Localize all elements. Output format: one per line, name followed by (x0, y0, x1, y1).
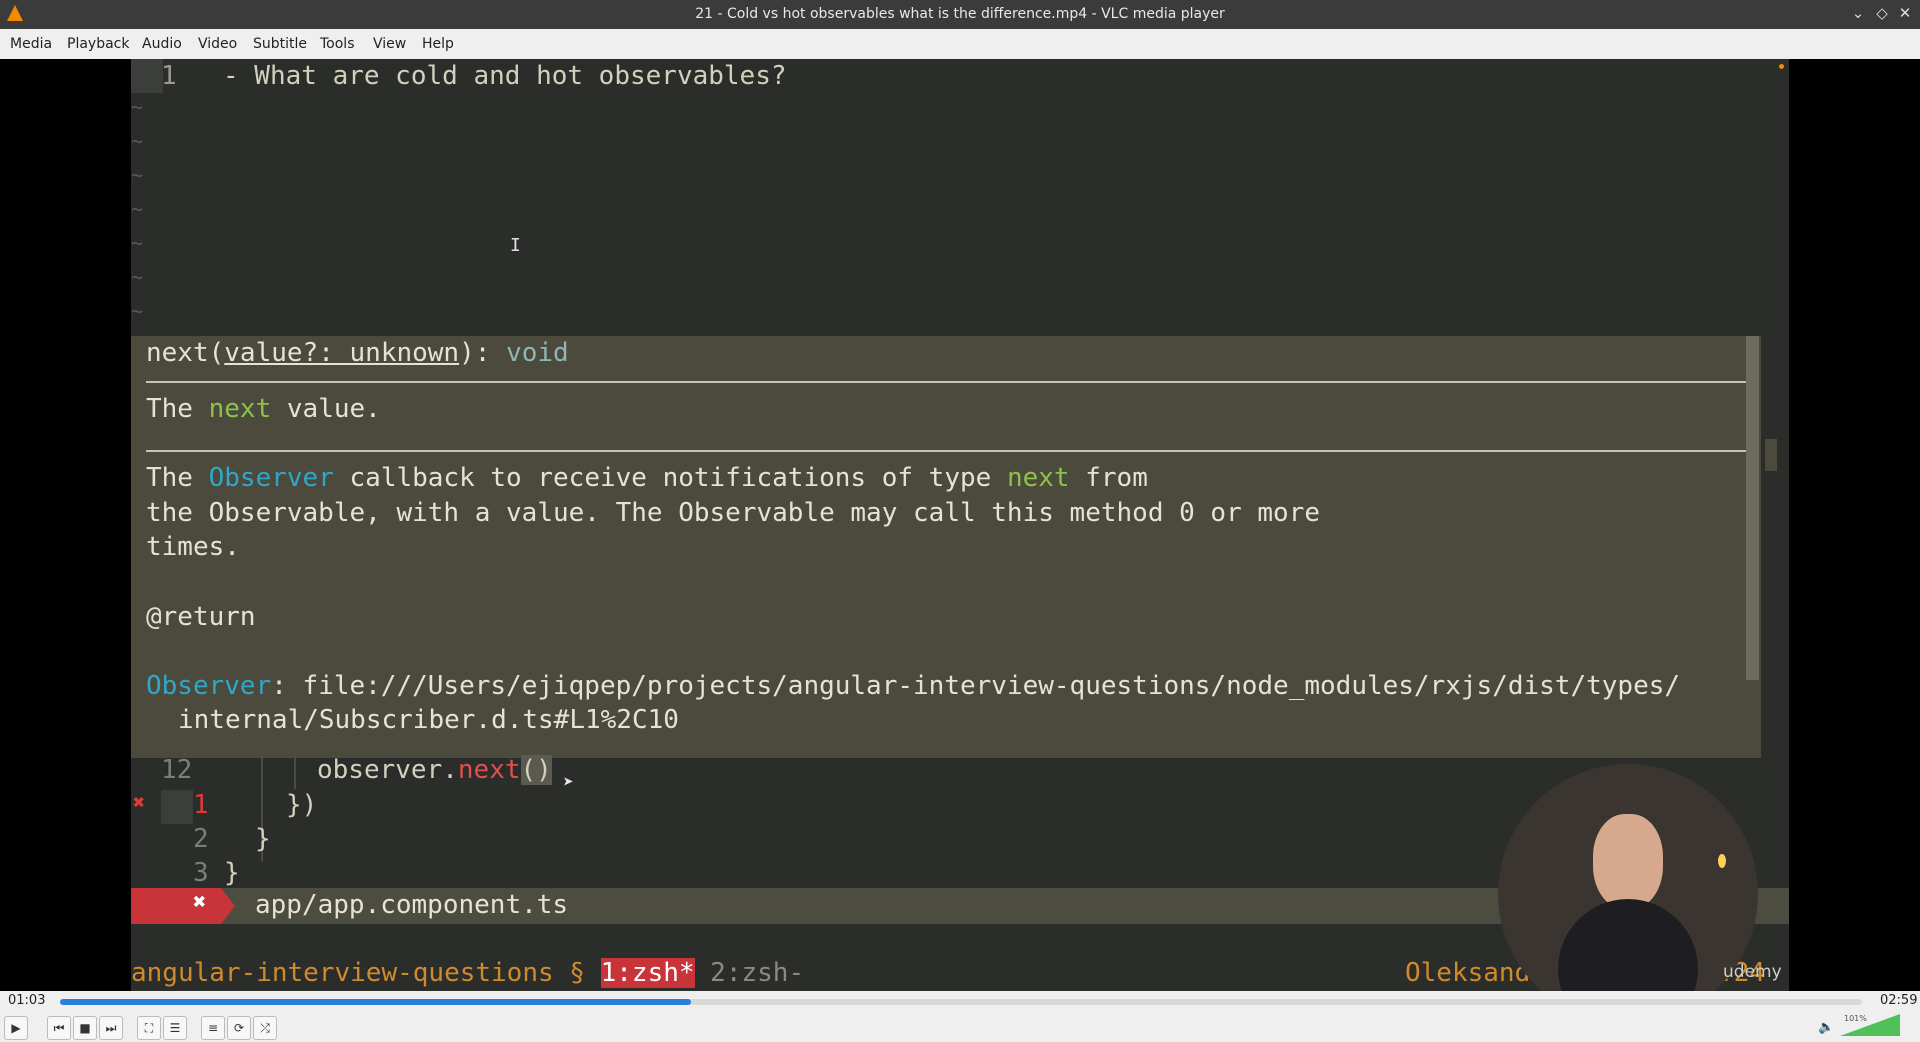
doc-keyword: next (1006, 463, 1070, 493)
signature-type: void (506, 338, 569, 368)
seek-progress (60, 999, 691, 1005)
menu-tools[interactable]: Tools (320, 36, 355, 52)
menu-view[interactable]: View (373, 36, 406, 52)
statusline-file: app/app.component.ts (255, 890, 569, 920)
window-title: 21 - Cold vs hot observables what is the… (695, 6, 1225, 22)
doc-text: from (1069, 463, 1148, 493)
text-cursor-icon: I (510, 235, 521, 256)
error-sign-icon: ✖ (133, 790, 146, 814)
window-titlebar: 21 - Cold vs hot observables what is the… (0, 0, 1920, 29)
doc-text: callback to receive notifications of typ… (333, 463, 1007, 493)
signature-function: next( (146, 338, 225, 368)
menu-bar: Media Playback Audio Video Subtitle Tool… (0, 29, 1920, 60)
menu-media[interactable]: Media (10, 36, 52, 52)
tmux-window-active[interactable]: 1:zsh* (600, 958, 695, 988)
menu-subtitle[interactable]: Subtitle (253, 36, 307, 52)
empty-line-marker: ~ (131, 95, 144, 119)
doc-observer-link[interactable]: Observer: file:///Users/ejiqpep/projects… (146, 671, 1680, 701)
doc-type-link: Observer (146, 671, 272, 701)
menu-audio[interactable]: Audio (142, 36, 182, 52)
tmux-window[interactable]: 2:zsh- (695, 958, 804, 988)
video-surface[interactable]: 1 - What are cold and hot observables? ~… (0, 59, 1920, 991)
doc-paragraph-line-2: the Observable, with a value. The Observ… (146, 498, 1320, 528)
doc-paragraph-line-3: times. (146, 532, 240, 562)
code-line: observer.next() (317, 755, 552, 785)
doc-text: The (146, 463, 209, 493)
signature-line: next(value?: unknown): void (146, 338, 569, 368)
code-line: } (255, 824, 271, 854)
desc-keyword: next (208, 394, 272, 424)
scroll-indicator-icon (1779, 64, 1784, 69)
line-number: 2 (193, 824, 209, 854)
menu-playback[interactable]: Playback (67, 36, 129, 52)
udemy-watermark: udemy (1723, 962, 1782, 982)
empty-line-marker: ~ (131, 197, 144, 221)
empty-line-marker: ~ (131, 163, 144, 187)
popup-scrollbar[interactable] (1746, 336, 1759, 680)
popup-divider (146, 381, 1746, 383)
minimize-icon[interactable]: ⌄ (1848, 4, 1868, 22)
previous-button[interactable]: ⏮ (47, 1016, 71, 1040)
hover-documentation-popup: next(value?: unknown): void The next val… (131, 336, 1761, 758)
presenter-body (1558, 899, 1698, 991)
signature-close: ): (459, 338, 491, 368)
code-parens: () (520, 755, 552, 785)
tmux-session-name: angular-interview-questions § (131, 958, 601, 988)
player-controls: 01:03 02:59 ▶ ⏮ ■ ⏭ ⛶ ☰ ≡ ⟳ ⤮ 🔈 101% (0, 991, 1920, 1042)
code-line: }) (286, 790, 318, 820)
extended-settings-button[interactable]: ☰ (163, 1016, 187, 1040)
stop-button[interactable]: ■ (73, 1016, 97, 1040)
mouse-pointer-icon: ➤ (563, 772, 574, 793)
elapsed-time: 01:03 (8, 993, 46, 1008)
candle-light (1718, 854, 1726, 868)
empty-line-marker: ~ (131, 265, 144, 289)
empty-line-marker: ~ (131, 231, 144, 255)
doc-file-path-cont: internal/Subscriber.d.ts#L1%2C10 (178, 705, 679, 735)
editor-line-1: - What are cold and hot observables? (223, 61, 787, 91)
seek-slider[interactable] (60, 999, 1862, 1005)
line-number: 12 (161, 755, 193, 785)
signature-param: value?: unknown (224, 338, 460, 368)
desc-text: The (146, 394, 209, 424)
doc-type-link: Observer (208, 463, 334, 493)
line-number: 1 (193, 790, 209, 820)
empty-line-marker: ~ (131, 299, 144, 323)
line-number: 1 (161, 61, 177, 91)
doc-paragraph-line-1: The Observer callback to receive notific… (146, 463, 1148, 493)
doc-file-path: : file:///Users/ejiqpep/projects/angular… (271, 671, 1681, 701)
current-line-gutter (161, 790, 193, 824)
code-text: observer. (317, 755, 458, 785)
popup-divider (146, 450, 1746, 452)
powerline-arrow (221, 888, 235, 924)
playlist-button[interactable]: ≡ (201, 1016, 225, 1040)
empty-line-marker: ~ (131, 129, 144, 153)
error-segment (131, 888, 221, 924)
doc-return-tag: @return (146, 602, 256, 632)
volume-label: 101% (1844, 1014, 1867, 1023)
menu-video[interactable]: Video (198, 36, 237, 52)
desc-text: value. (271, 394, 381, 424)
code-line: } (224, 858, 240, 888)
line-number-gutter (131, 59, 163, 93)
maximize-icon[interactable]: ◇ (1872, 4, 1892, 22)
fullscreen-button[interactable]: ⛶ (137, 1016, 161, 1040)
code-method: next (457, 755, 521, 785)
line-number: 3 (193, 858, 209, 888)
menu-help[interactable]: Help (422, 36, 454, 52)
total-time: 02:59 (1880, 993, 1918, 1008)
loop-button[interactable]: ⟳ (227, 1016, 251, 1040)
error-x-icon: ✖ (193, 890, 207, 915)
presenter-face (1593, 814, 1663, 909)
indent-guide (294, 755, 296, 789)
scrollbar-thumb[interactable] (1765, 439, 1777, 471)
close-icon[interactable]: ✕ (1895, 4, 1915, 22)
next-button[interactable]: ⏭ (99, 1016, 123, 1040)
popup-description: The next value. (146, 394, 381, 424)
shuffle-button[interactable]: ⤮ (253, 1016, 277, 1040)
play-button[interactable]: ▶ (4, 1016, 28, 1040)
tmux-session: angular-interview-questions § 1:zsh* 2:z… (131, 958, 804, 988)
speaker-icon[interactable]: 🔈 (1818, 1020, 1834, 1035)
